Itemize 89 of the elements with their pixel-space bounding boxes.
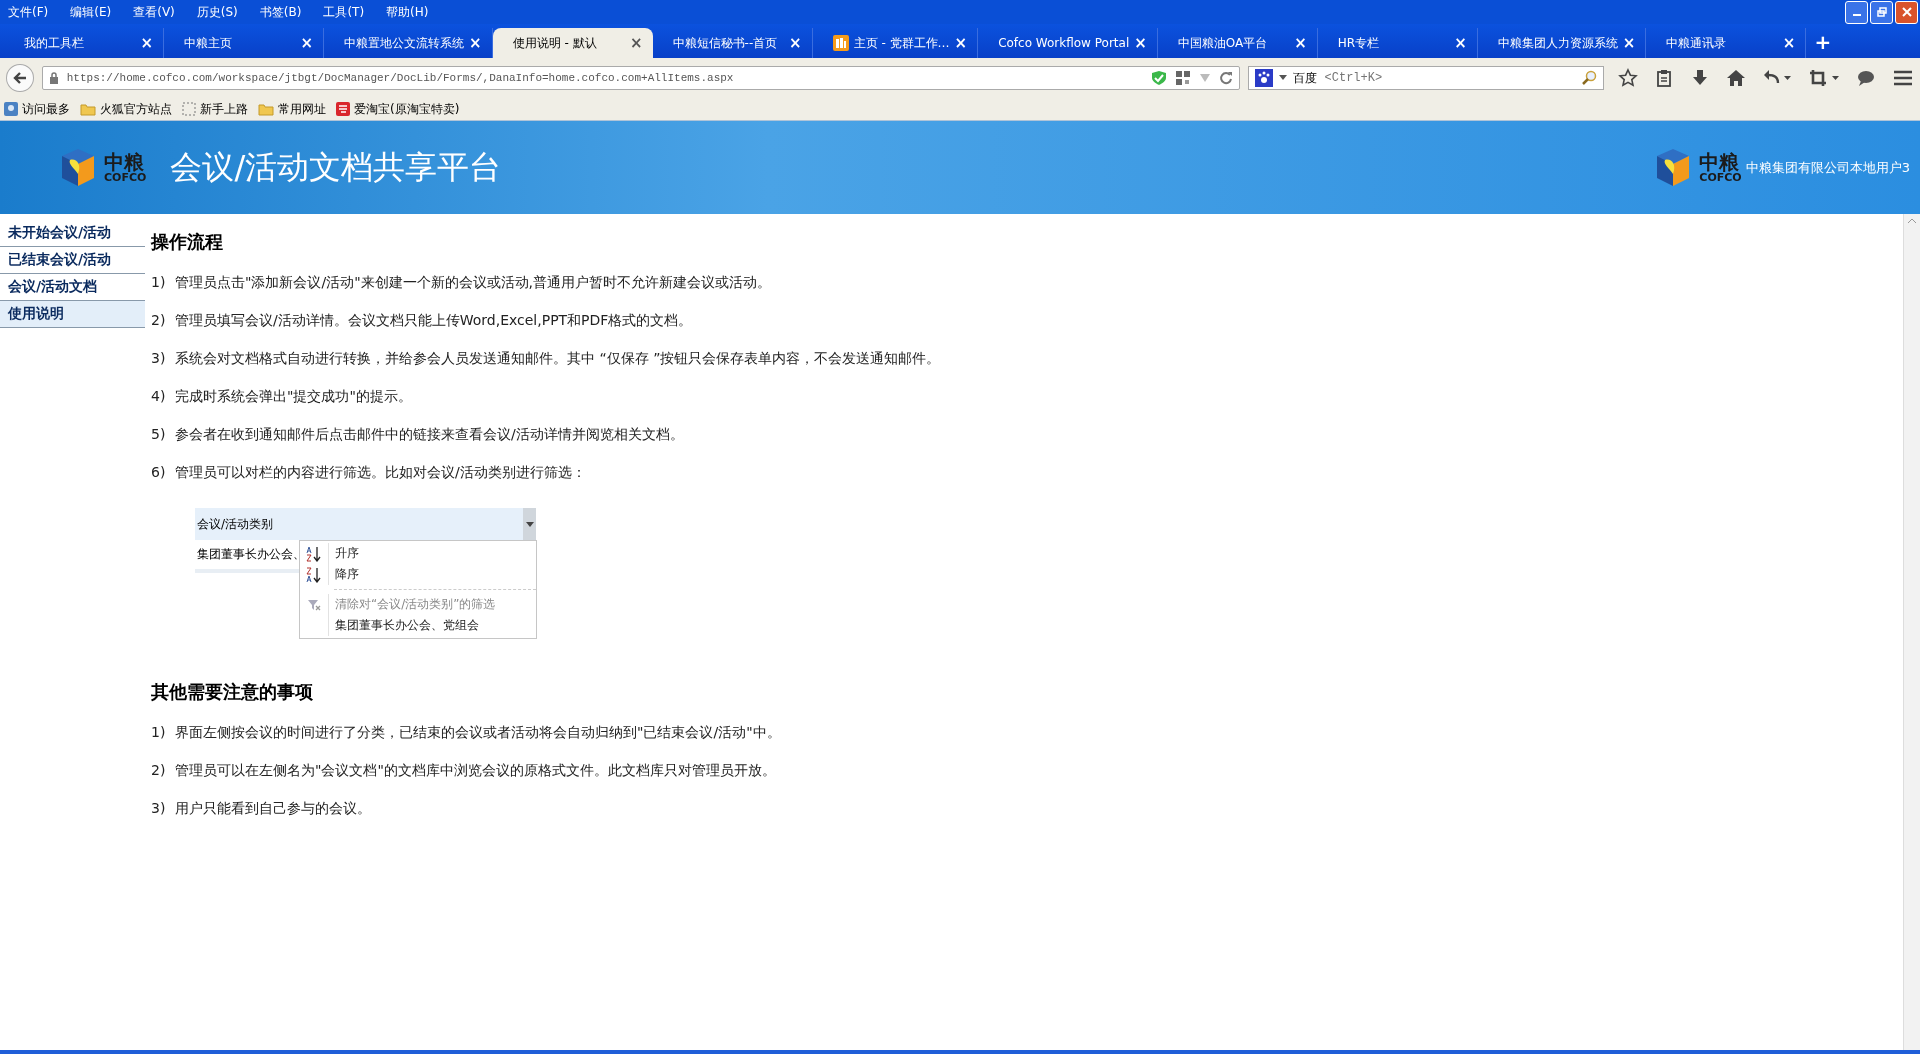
sort-descending-icon <box>306 566 322 583</box>
step-text: 界面左侧按会议的时间进行了分类，已结束的会议或者活动将会自动归纳到"已结束会议/活动"中。 <box>175 724 781 742</box>
new-tab-button[interactable]: + <box>1806 30 1846 58</box>
page-icon <box>182 102 196 116</box>
step-number: 2) <box>151 762 165 780</box>
sidebar-link[interactable]: 已结束会议/活动 <box>0 247 145 274</box>
close-tab-button[interactable]: × <box>1454 34 1467 52</box>
step-text: 管理员点击"添加新会议/活动"来创建一个新的会议或活动,普通用户暂时不允许新建会议或活动。 <box>175 274 772 292</box>
menu-item[interactable]: 历史(S) <box>196 3 238 21</box>
crop-icon[interactable] <box>1808 68 1840 88</box>
step-number: 2) <box>151 312 165 330</box>
search-engine-label: 百度 <box>1292 69 1317 87</box>
close-icon[interactable] <box>1895 0 1918 24</box>
bookmark-item[interactable]: 常用网址 <box>258 100 326 118</box>
bookmark-item[interactable]: 新手上路 <box>182 100 248 118</box>
section-heading: 操作流程 <box>151 230 224 254</box>
step-text: 完成时系统会弹出"提交成功"的提示。 <box>175 388 412 406</box>
close-tab-button[interactable]: × <box>1294 34 1307 52</box>
sidebar-link[interactable]: 未开始会议/活动 <box>0 220 145 247</box>
logo-text: COFCO <box>104 172 147 183</box>
address-bar[interactable]: https://home.cofco.com/workspace/jtbgt/DocManager/DocLib/Forms/,DanaInfo=home.cofco.com+AllItems.aspx <box>41 66 1240 90</box>
shop-icon <box>336 102 350 116</box>
close-tab-button[interactable]: × <box>630 34 643 52</box>
site-title: 会议/活动文档共享平台 <box>170 146 502 188</box>
menu-item[interactable]: 工具(T) <box>323 3 365 21</box>
step-number: 3) <box>151 800 165 818</box>
close-tab-button[interactable]: × <box>300 34 313 52</box>
chat-bubble-icon[interactable] <box>1856 68 1876 88</box>
close-tab-button[interactable]: × <box>1134 34 1147 52</box>
clipboard-icon[interactable] <box>1654 68 1674 88</box>
dropdown-button[interactable] <box>523 508 536 540</box>
step-text: 系统会对文档格式自动进行转换，并给参会人员发送通知邮件。其中 “仅保存 ”按钮只会保存表单内容，不会发送通知邮件。 <box>175 350 941 368</box>
search-bar[interactable]: 百度 <Ctrl+K> <box>1247 66 1604 90</box>
step-number: 6) <box>151 464 165 482</box>
grid-icon <box>832 35 849 51</box>
logo-text: 中粮 <box>104 152 144 172</box>
search-icon[interactable] <box>1581 70 1597 86</box>
menu-item[interactable]: 文件(F) <box>8 3 49 21</box>
step-text: 管理员可以对栏的内容进行筛选。比如对会议/活动类别进行筛选： <box>175 464 586 482</box>
arrow-up-icon[interactable] <box>1907 218 1917 224</box>
menu-item[interactable]: 升序 <box>300 543 536 564</box>
step-number: 3) <box>151 350 165 368</box>
step-number: 1) <box>151 274 165 292</box>
close-tab-button[interactable]: × <box>954 34 968 52</box>
menu-item[interactable]: 查看(V) <box>133 3 175 21</box>
step-number: 4) <box>151 388 165 406</box>
section-heading: 其他需要注意的事项 <box>151 680 314 704</box>
close-tab-button[interactable]: × <box>469 34 482 52</box>
arrow-left-icon <box>11 70 28 86</box>
lock-icon <box>48 72 59 84</box>
sidebar-link[interactable]: 使用说明 <box>0 301 145 328</box>
close-tab-button[interactable]: × <box>1622 34 1636 52</box>
qr-code-icon[interactable] <box>1174 70 1191 86</box>
column-header[interactable]: 会议/活动类别 <box>195 508 536 540</box>
bookmark-item[interactable]: 火狐官方站点 <box>80 100 172 118</box>
bookmark-item[interactable]: 访问最多 <box>4 100 70 118</box>
step-number: 5) <box>151 426 165 444</box>
menu-item[interactable]: 帮助(H) <box>386 3 429 21</box>
reload-icon[interactable] <box>1218 71 1233 85</box>
caret-icon <box>525 521 534 527</box>
close-tab-button[interactable]: × <box>140 34 153 52</box>
home-icon[interactable] <box>1726 68 1746 88</box>
folder-icon <box>80 102 96 116</box>
step-text: 用户只能看到自己参与的会议。 <box>175 800 371 818</box>
bookmark-item[interactable]: 爱淘宝(原淘宝特卖) <box>336 100 460 118</box>
step-number: 1) <box>151 724 165 742</box>
menu-item[interactable]: 书签(B) <box>259 3 302 21</box>
logo-text: COFCO <box>1699 172 1742 183</box>
close-tab-button[interactable]: × <box>1782 34 1796 52</box>
star-icon[interactable] <box>1618 68 1638 88</box>
folder-icon <box>258 102 274 116</box>
step-text: 管理员可以在左侧名为"会议文档"的文档库中浏览会议的原格式文件。此文档库只对管理员开放。 <box>175 762 776 780</box>
dropdown-icon[interactable] <box>1278 75 1287 81</box>
step-text: 管理员填写会议/活动详情。会议文档只能上传Word,Excel,PPT和PDF格式的文档。 <box>175 312 693 330</box>
step-text: 参会者在收到通知邮件后点击邮件中的链接来查看会议/活动详情并阅览相关文档。 <box>175 426 684 444</box>
menu-item[interactable]: 编辑(E) <box>70 3 112 21</box>
back-button[interactable] <box>6 64 34 92</box>
menu-icon[interactable] <box>1892 68 1914 88</box>
browser-tab[interactable]: 使用说明 - 默认 × <box>492 28 653 58</box>
shield-icon <box>1150 70 1167 86</box>
sort-ascending-icon <box>306 545 322 562</box>
close-tab-button[interactable]: × <box>789 34 802 52</box>
clear-filter-icon <box>307 597 321 612</box>
menu-item[interactable]: 集团董事长办公会、党组会 <box>300 615 536 636</box>
minimize-icon[interactable] <box>1845 0 1868 24</box>
restore-icon[interactable] <box>1870 0 1893 24</box>
scrollbar[interactable] <box>1903 214 1920 1050</box>
logo-text: 中粮 <box>1699 152 1740 172</box>
paw-icon <box>1254 69 1273 87</box>
